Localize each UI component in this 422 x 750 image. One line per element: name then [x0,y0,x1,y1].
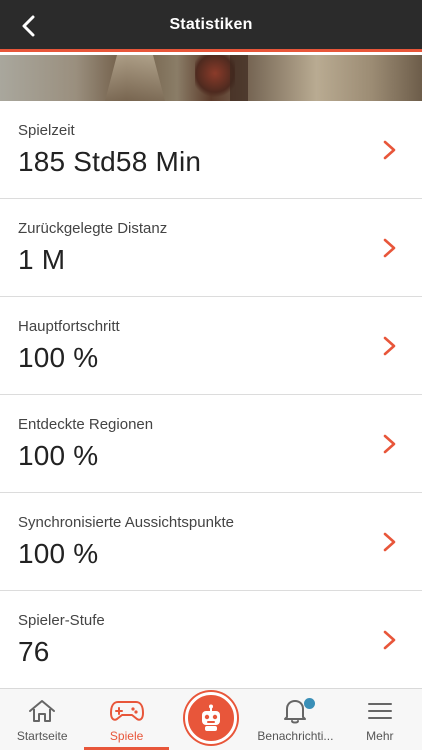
tab-companion[interactable] [169,689,253,750]
stat-value: 76 [18,636,50,667]
stat-label: Entdeckte Regionen [18,416,154,433]
stat-value: 185 Std58 Min [18,146,202,177]
stat-row-regionen[interactable]: Entdeckte Regionen 100 % [0,395,422,493]
stat-row-distanz[interactable]: Zurückgelegte Distanz 1 M [0,199,422,297]
stat-label: Synchronisierte Aussichtspunkte [18,514,234,531]
companion-button[interactable] [185,692,238,744]
chevron-right-icon [383,532,396,552]
stat-value: 100 % [18,538,99,569]
stat-value: 1 M [18,244,66,275]
tab-startseite[interactable]: Startseite [0,689,84,750]
game-banner-image [0,55,422,101]
stat-label: Hauptfortschritt [18,318,120,335]
chevron-right-icon [383,140,396,160]
stat-row-spielzeit[interactable]: Spielzeit 185 Std58 Min [0,101,422,199]
gamepad-icon [109,701,144,721]
stat-value: 100 % [18,342,99,373]
chevron-right-icon [383,434,396,454]
page-title: Statistiken [169,15,253,33]
chevron-right-icon [383,238,396,258]
stat-label: Zurückgelegte Distanz [18,220,168,237]
tab-label: Startseite [16,729,68,743]
banner-figure-detail [230,55,248,101]
stats-list: Spielzeit 185 Std58 Min Zurückgelegte Di… [0,101,422,689]
top-bar: Statistiken [0,0,422,52]
stat-row-spieler-stufe[interactable]: Spieler-Stufe 76 [0,591,422,689]
tab-label: Benachrichti... [257,729,334,743]
menu-icon [367,703,392,719]
bottom-tab-bar: Startseite Spiele Benachrichti... Mehr [0,688,422,750]
banner-ship-shape [105,55,165,101]
tab-label: Mehr [366,729,394,743]
tab-spiele[interactable]: Spiele [84,689,169,750]
home-icon [29,700,56,722]
stat-value: 100 % [18,440,99,471]
stat-label: Spielzeit [18,122,75,139]
back-button[interactable] [14,12,42,40]
chevron-left-icon [22,15,35,37]
robot-icon [202,704,221,731]
banner-figure-shape [195,55,235,101]
chevron-right-icon [383,630,396,650]
notification-badge [304,698,316,709]
tab-mehr[interactable]: Mehr [338,689,422,750]
chevron-right-icon [383,336,396,356]
tab-benachrichtigungen[interactable]: Benachrichti... [253,689,337,750]
tab-label: Spiele [109,729,144,743]
stat-row-aussichtspunkte[interactable]: Synchronisierte Aussichtspunkte 100 % [0,493,422,591]
stat-label: Spieler-Stufe [18,612,105,629]
stat-row-hauptfortschritt[interactable]: Hauptfortschritt 100 % [0,297,422,395]
